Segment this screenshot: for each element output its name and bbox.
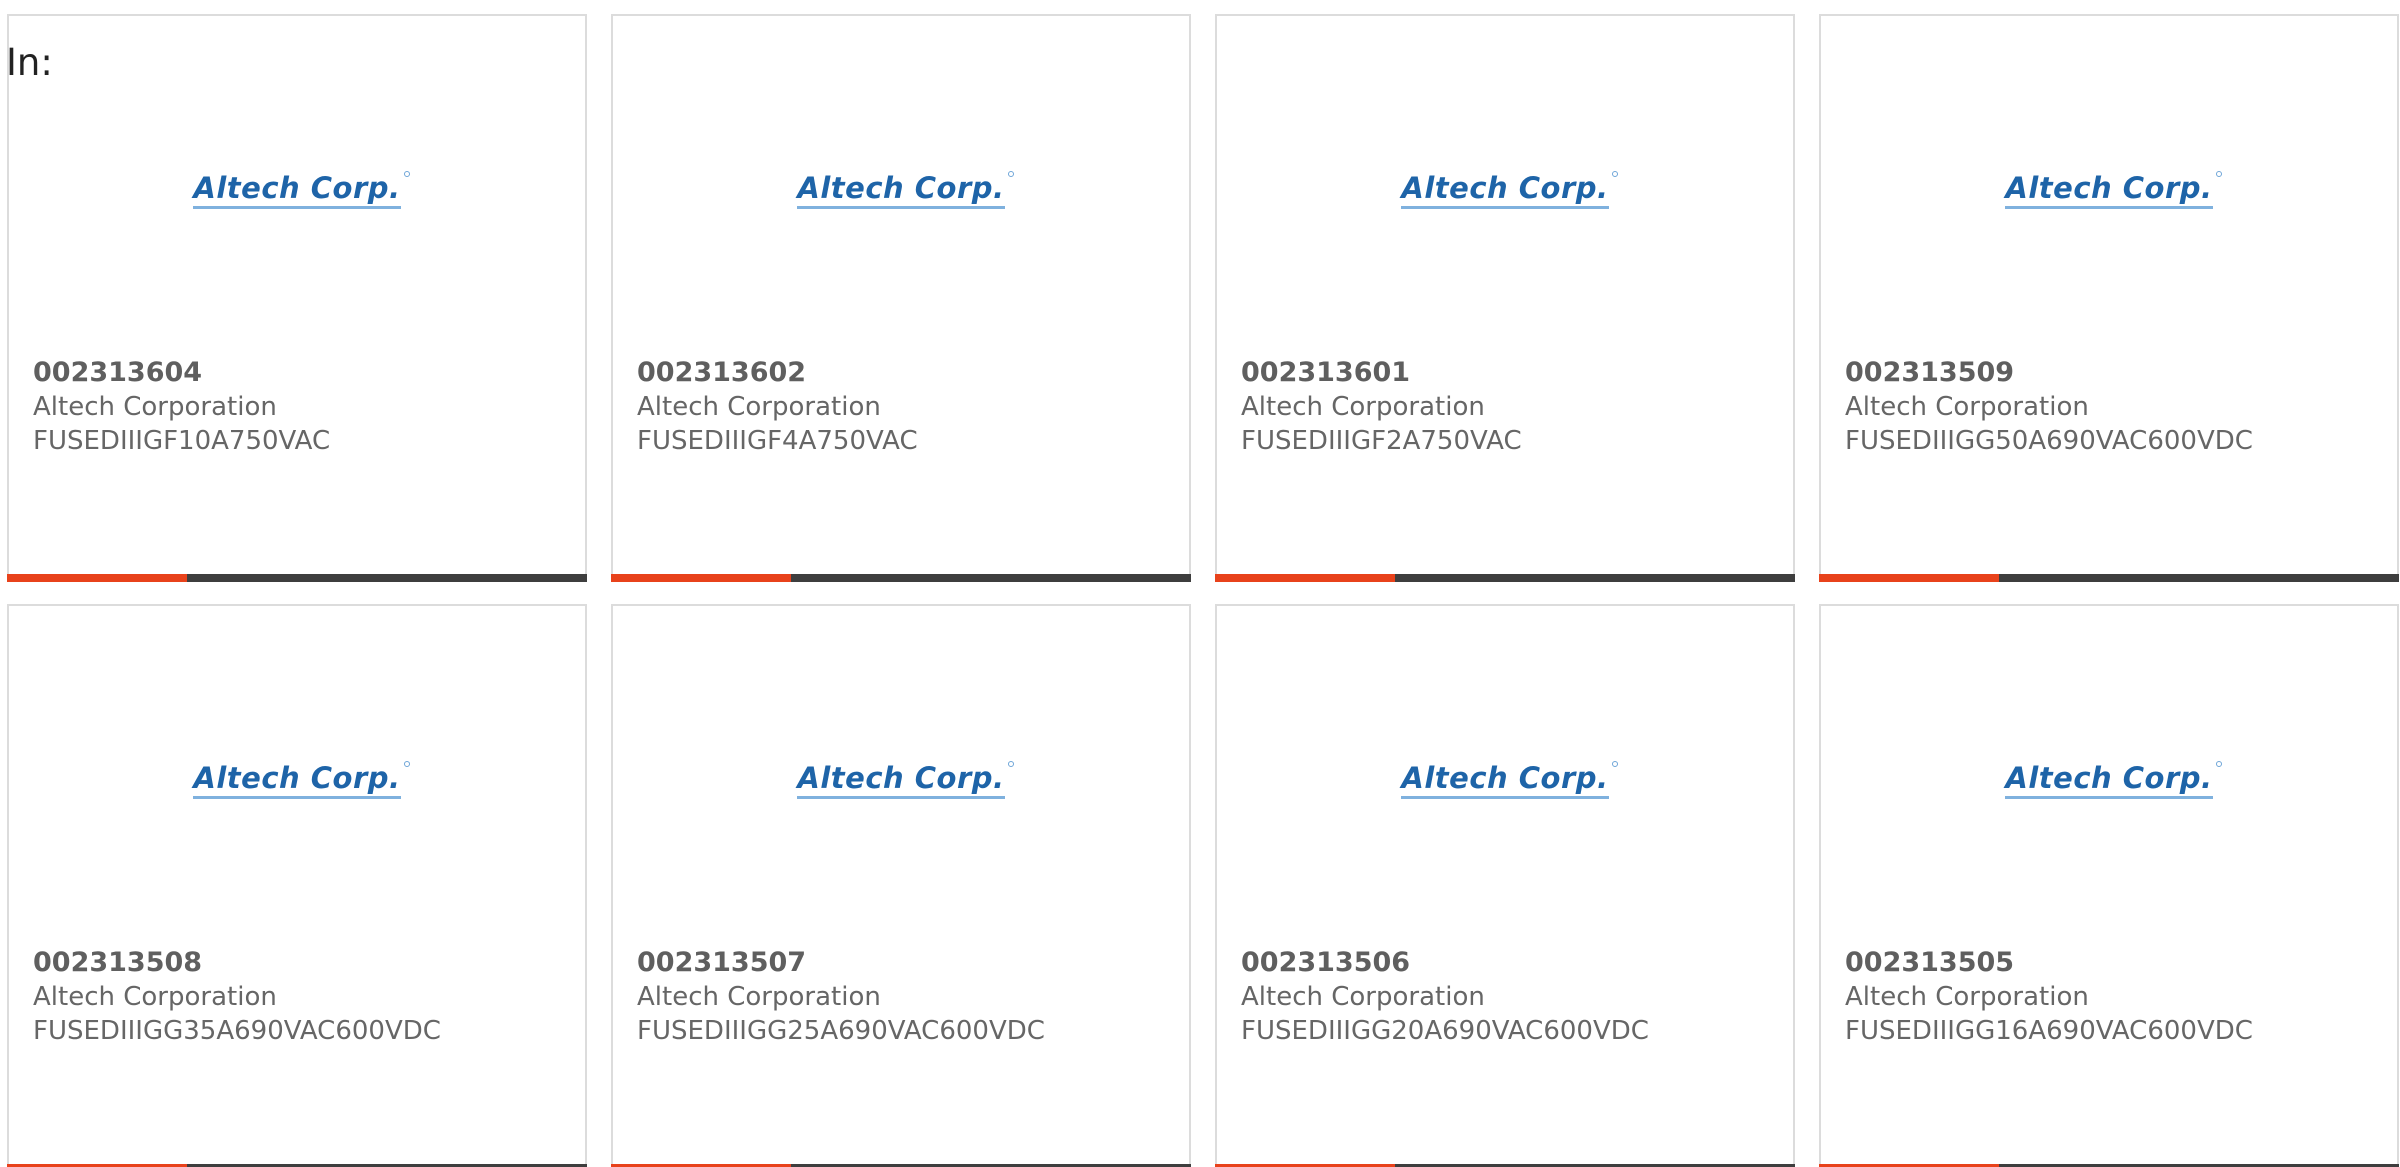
manufacturer-name: Altech Corporation bbox=[1241, 982, 1485, 1012]
product-card[interactable]: Altech Corp. 002313506 Altech Corporatio… bbox=[1215, 604, 1795, 1167]
product-grid: Altech Corp. 002313604 Altech Corporatio… bbox=[7, 14, 2399, 1167]
card-footer-bar bbox=[7, 574, 587, 582]
manufacturer-name: Altech Corporation bbox=[637, 982, 881, 1012]
card-footer-bar bbox=[611, 574, 1191, 582]
bar-accent bbox=[611, 574, 791, 582]
product-card[interactable]: Altech Corp. 002313601 Altech Corporatio… bbox=[1215, 14, 1795, 582]
brand-logo: Altech Corp. bbox=[9, 161, 585, 221]
part-number[interactable]: 002313604 bbox=[33, 356, 330, 390]
brand-logo: Altech Corp. bbox=[9, 751, 585, 811]
registered-mark-icon bbox=[1007, 760, 1014, 767]
part-number[interactable]: 002313506 bbox=[1241, 946, 1649, 980]
registered-mark-icon bbox=[1611, 760, 1618, 767]
logo-text: Altech Corp. bbox=[2005, 170, 2213, 205]
registered-mark-icon bbox=[1611, 170, 1618, 177]
part-number[interactable]: 002313505 bbox=[1845, 946, 2253, 980]
product-description: FUSEDIIIGG20A690VAC600VDC bbox=[1241, 1016, 1649, 1046]
logo-text: Altech Corp. bbox=[1401, 760, 1609, 795]
filter-label: In: bbox=[6, 41, 53, 84]
brand-logo: Altech Corp. bbox=[613, 751, 1189, 811]
registered-mark-icon bbox=[2215, 170, 2222, 177]
product-card[interactable]: Altech Corp. 002313604 Altech Corporatio… bbox=[7, 14, 587, 582]
part-number[interactable]: 002313507 bbox=[637, 946, 1045, 980]
brand-logo: Altech Corp. bbox=[1217, 161, 1793, 221]
card-footer-bar bbox=[1819, 574, 2399, 582]
product-card[interactable]: Altech Corp. 002313509 Altech Corporatio… bbox=[1819, 14, 2399, 582]
brand-logo: Altech Corp. bbox=[1821, 751, 2397, 811]
logo-text: Altech Corp. bbox=[193, 170, 401, 205]
product-card[interactable]: Altech Corp. 002313507 Altech Corporatio… bbox=[611, 604, 1191, 1167]
part-number[interactable]: 002313509 bbox=[1845, 356, 2253, 390]
manufacturer-name: Altech Corporation bbox=[33, 982, 277, 1012]
brand-logo: Altech Corp. bbox=[613, 161, 1189, 221]
manufacturer-name: Altech Corporation bbox=[1845, 982, 2089, 1012]
registered-mark-icon bbox=[403, 760, 410, 767]
bar-accent bbox=[1215, 574, 1395, 582]
logo-text: Altech Corp. bbox=[2005, 760, 2213, 795]
logo-text: Altech Corp. bbox=[1401, 170, 1609, 205]
logo-text: Altech Corp. bbox=[193, 760, 401, 795]
product-description: FUSEDIIIGF10A750VAC bbox=[33, 426, 331, 456]
product-description: FUSEDIIIGG16A690VAC600VDC bbox=[1845, 1016, 2253, 1046]
brand-logo: Altech Corp. bbox=[1217, 751, 1793, 811]
product-description: FUSEDIIIGG35A690VAC600VDC bbox=[33, 1016, 441, 1046]
product-card[interactable]: Altech Corp. 002313602 Altech Corporatio… bbox=[611, 14, 1191, 582]
bar-accent bbox=[1819, 574, 1999, 582]
product-description: FUSEDIIIGF4A750VAC bbox=[637, 426, 918, 456]
part-number[interactable]: 002313508 bbox=[33, 946, 441, 980]
manufacturer-name: Altech Corporation bbox=[1241, 392, 1485, 422]
part-number[interactable]: 002313602 bbox=[637, 356, 918, 390]
part-number[interactable]: 002313601 bbox=[1241, 356, 1522, 390]
manufacturer-name: Altech Corporation bbox=[33, 392, 277, 422]
product-card[interactable]: Altech Corp. 002313505 Altech Corporatio… bbox=[1819, 604, 2399, 1167]
manufacturer-name: Altech Corporation bbox=[637, 392, 881, 422]
product-description: FUSEDIIIGG25A690VAC600VDC bbox=[637, 1016, 1045, 1046]
brand-logo: Altech Corp. bbox=[1821, 161, 2397, 221]
product-description: FUSEDIIIGF2A750VAC bbox=[1241, 426, 1522, 456]
registered-mark-icon bbox=[2215, 760, 2222, 767]
product-description: FUSEDIIIGG50A690VAC600VDC bbox=[1845, 426, 2253, 456]
registered-mark-icon bbox=[403, 170, 410, 177]
product-listing-page: In: Altech Corp. 002313604 Altech Corpor… bbox=[0, 0, 2400, 1167]
bar-accent bbox=[7, 574, 187, 582]
manufacturer-name: Altech Corporation bbox=[1845, 392, 2089, 422]
product-card[interactable]: Altech Corp. 002313508 Altech Corporatio… bbox=[7, 604, 587, 1167]
registered-mark-icon bbox=[1007, 170, 1014, 177]
logo-text: Altech Corp. bbox=[797, 170, 1005, 205]
logo-text: Altech Corp. bbox=[797, 760, 1005, 795]
card-footer-bar bbox=[1215, 574, 1795, 582]
